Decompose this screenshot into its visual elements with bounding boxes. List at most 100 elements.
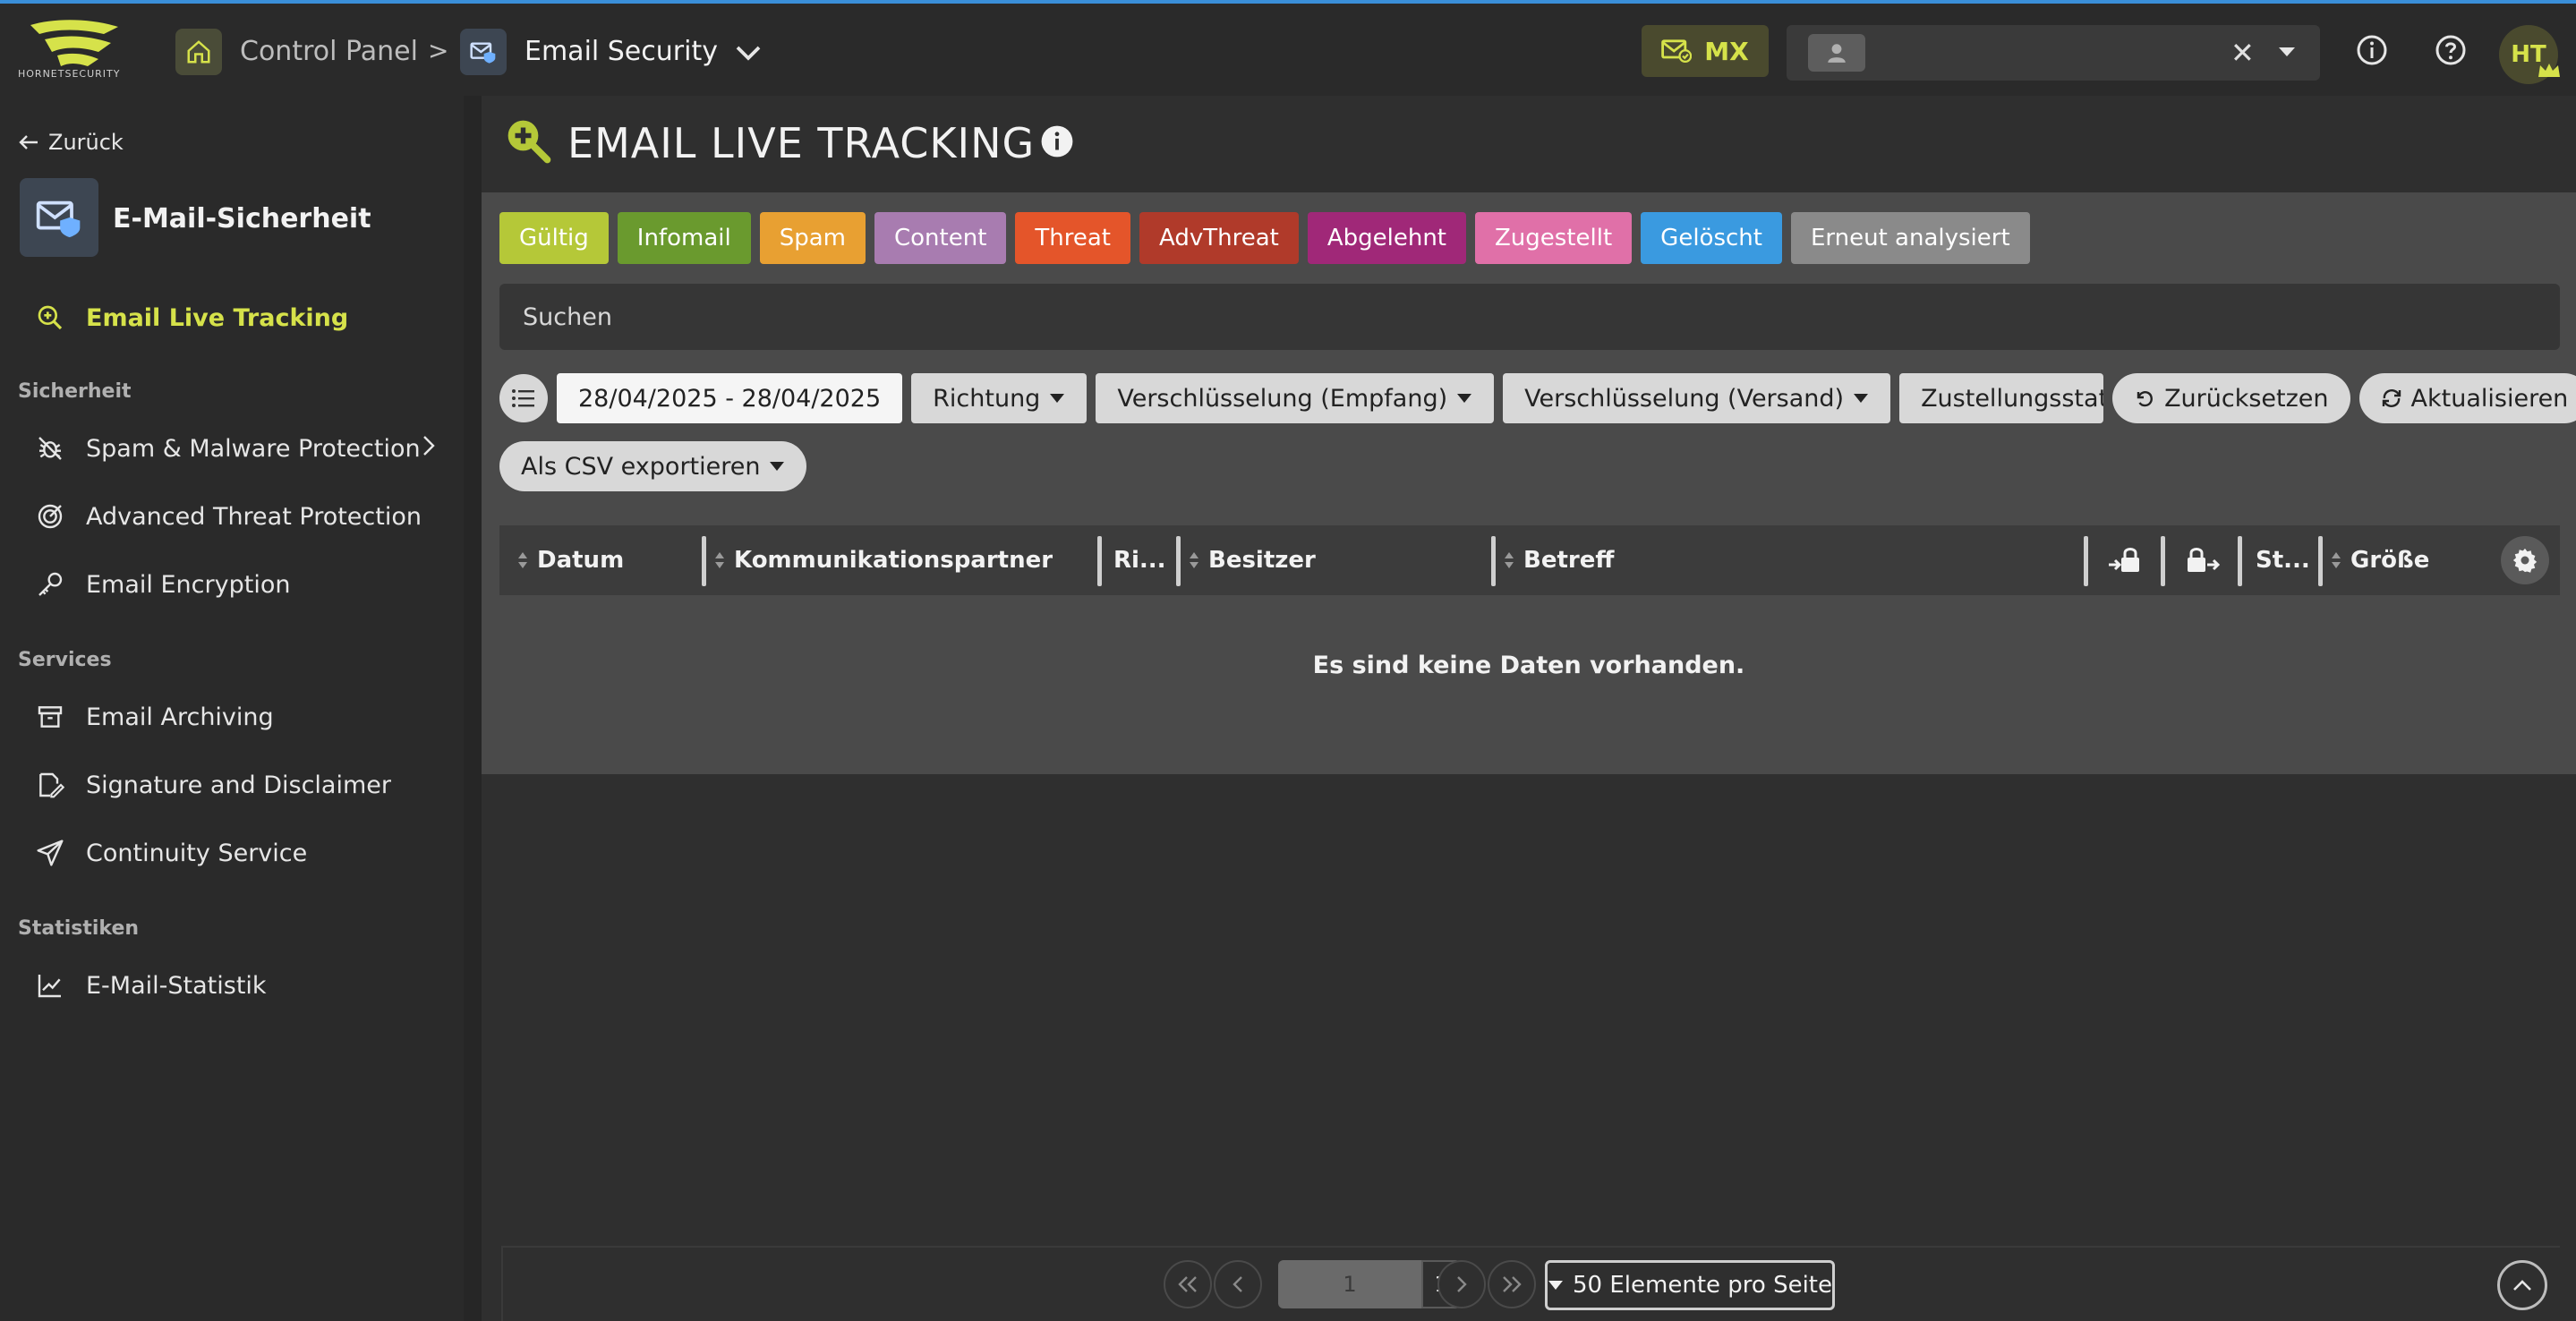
home-icon: [187, 40, 210, 64]
reset-label: Zurücksetzen: [2164, 384, 2329, 413]
delivery-status-filter[interactable]: Zustellungsstatus: [1899, 373, 2104, 423]
column-label: Größe: [2350, 547, 2430, 574]
chevron-up-icon: [2513, 1280, 2531, 1291]
chip-deleted[interactable]: Gelöscht: [1641, 212, 1782, 264]
sidebar-item-email-encryption[interactable]: Email Encryption: [36, 570, 290, 599]
column-header-size[interactable]: Größe: [2331, 525, 2429, 595]
column-resize-handle[interactable]: [1097, 536, 1102, 586]
column-header-subject[interactable]: Betreff: [1504, 525, 1614, 595]
caret-down-icon: [1854, 394, 1869, 403]
sidebar: Zurück E-Mail-Sicherheit Email Live Trac…: [0, 96, 464, 1321]
chip-advthreat[interactable]: AdvThreat: [1139, 212, 1299, 264]
caret-down-icon: [1457, 394, 1472, 403]
info-icon[interactable]: [2356, 34, 2388, 66]
clear-selection-icon[interactable]: ✕: [2231, 36, 2255, 70]
chevron-right-icon[interactable]: [421, 434, 437, 457]
column-resize-handle[interactable]: [1491, 536, 1496, 586]
encryption-inbound-label: Verschlüsselung (Empfang): [1117, 384, 1448, 413]
items-per-page-label: 50 Elemente pro Seite: [1573, 1272, 1832, 1299]
user-avatar[interactable]: HT: [2499, 25, 2560, 84]
scroll-to-top-button[interactable]: [2497, 1260, 2547, 1310]
search-plus-icon: [38, 305, 63, 330]
sidebar-item-label: Continuity Service: [86, 839, 308, 867]
reset-button[interactable]: Zurücksetzen: [2112, 373, 2350, 423]
export-csv-button[interactable]: Als CSV exportieren: [499, 441, 807, 491]
lock-outbound-icon: [2188, 548, 2220, 572]
encryption-inbound-filter[interactable]: Verschlüsselung (Empfang): [1096, 373, 1495, 423]
caret-down-icon: [1548, 1281, 1564, 1290]
sidebar-item-email-archiving[interactable]: Email Archiving: [36, 703, 274, 731]
sidebar-item-email-statistics[interactable]: E-Mail-Statistik: [36, 971, 267, 1000]
filter-row: 28/04/2025 - 28/04/2025 Richtung Verschl…: [499, 373, 2576, 423]
direction-filter[interactable]: Richtung: [911, 373, 1088, 423]
chip-delivered[interactable]: Zugestellt: [1475, 212, 1633, 264]
breadcrumb-email-security[interactable]: Email Security: [525, 36, 718, 67]
previous-page-button[interactable]: [1214, 1260, 1262, 1308]
column-resize-handle[interactable]: [2238, 536, 2242, 586]
search-input[interactable]: [499, 284, 2560, 350]
undo-icon: [2137, 391, 2153, 407]
column-label: Datum: [537, 547, 625, 574]
mx-status-badge[interactable]: MX: [1642, 25, 1769, 77]
column-header-status[interactable]: St...: [2256, 525, 2310, 595]
sidebar-item-label: Email Encryption: [86, 570, 291, 599]
column-resize-handle[interactable]: [1176, 536, 1181, 586]
section-label-services: Services: [18, 649, 112, 671]
back-link[interactable]: Zurück: [18, 130, 124, 155]
refresh-label: Aktualisieren: [2410, 384, 2569, 413]
customer-select[interactable]: ✕: [1787, 25, 2320, 81]
column-header-date[interactable]: Datum: [517, 525, 624, 595]
column-resize-handle[interactable]: [2161, 536, 2165, 586]
bug-off-icon: [38, 437, 62, 460]
column-label: Betreff: [1523, 547, 1615, 574]
last-page-button[interactable]: [1488, 1260, 1536, 1308]
mail-check-icon: [1661, 39, 1693, 64]
chip-content[interactable]: Content: [874, 212, 1007, 264]
encryption-outbound-filter[interactable]: Verschlüsselung (Versand): [1503, 373, 1891, 423]
info-icon[interactable]: [1040, 124, 1074, 158]
empty-state-message: Es sind keine Daten vorhanden.: [1312, 652, 1745, 679]
page-number-input[interactable]: [1278, 1260, 1421, 1308]
breadcrumb-control-panel[interactable]: Control Panel: [240, 36, 418, 67]
caret-down-icon[interactable]: [2277, 45, 2297, 59]
refresh-button[interactable]: Aktualisieren: [2358, 373, 2576, 423]
column-list-button[interactable]: [499, 374, 548, 422]
gear-icon: [2512, 548, 2538, 573]
sort-icon: [2332, 552, 2341, 568]
sidebar-item-advanced-threat[interactable]: Advanced Threat Protection: [36, 502, 422, 531]
column-header-owner[interactable]: Besitzer: [1189, 525, 1316, 595]
next-page-button[interactable]: [1437, 1260, 1486, 1308]
user-placeholder-icon: [1808, 34, 1865, 72]
sidebar-item-spam-malware[interactable]: Spam & Malware Protection: [36, 434, 421, 463]
sidebar-item-continuity-service[interactable]: Continuity Service: [36, 839, 307, 867]
list-icon: [512, 389, 534, 407]
column-resize-handle[interactable]: [2318, 536, 2323, 586]
chevron-down-icon[interactable]: [732, 39, 764, 66]
direction-filter-label: Richtung: [933, 384, 1041, 413]
date-range-picker[interactable]: 28/04/2025 - 28/04/2025: [557, 373, 903, 423]
signature-icon: [39, 772, 64, 798]
crown-icon: [2538, 64, 2560, 77]
help-icon[interactable]: [2435, 34, 2467, 66]
table-header: Datum Kommunikationspartner Ri... Besitz…: [499, 525, 2560, 595]
home-button[interactable]: [175, 29, 222, 75]
column-resize-handle[interactable]: [702, 536, 706, 586]
chip-reanalyzed[interactable]: Erneut analysiert: [1790, 212, 2030, 264]
column-header-direction[interactable]: Ri...: [1113, 525, 1166, 595]
chip-rejected[interactable]: Abgelehnt: [1307, 212, 1466, 264]
table-settings-button[interactable]: [2501, 536, 2549, 584]
chip-threat[interactable]: Threat: [1015, 212, 1130, 264]
breadcrumb-separator: >: [428, 36, 449, 65]
chip-spam[interactable]: Spam: [759, 212, 866, 264]
sort-icon: [518, 552, 527, 568]
chip-valid[interactable]: Gültig: [499, 212, 609, 264]
column-header-partner[interactable]: Kommunikationspartner: [714, 525, 1053, 595]
column-resize-handle[interactable]: [2084, 536, 2088, 586]
chip-infomail[interactable]: Infomail: [617, 212, 751, 264]
sidebar-item-email-live-tracking[interactable]: Email Live Tracking: [36, 303, 348, 332]
sidebar-item-signature-disclaimer[interactable]: Signature and Disclaimer: [36, 771, 391, 799]
items-per-page-select[interactable]: 50 Elemente pro Seite: [1545, 1260, 1835, 1310]
first-page-button[interactable]: [1164, 1260, 1212, 1308]
target-icon: [38, 504, 63, 529]
email-shield-icon: [470, 42, 496, 64]
